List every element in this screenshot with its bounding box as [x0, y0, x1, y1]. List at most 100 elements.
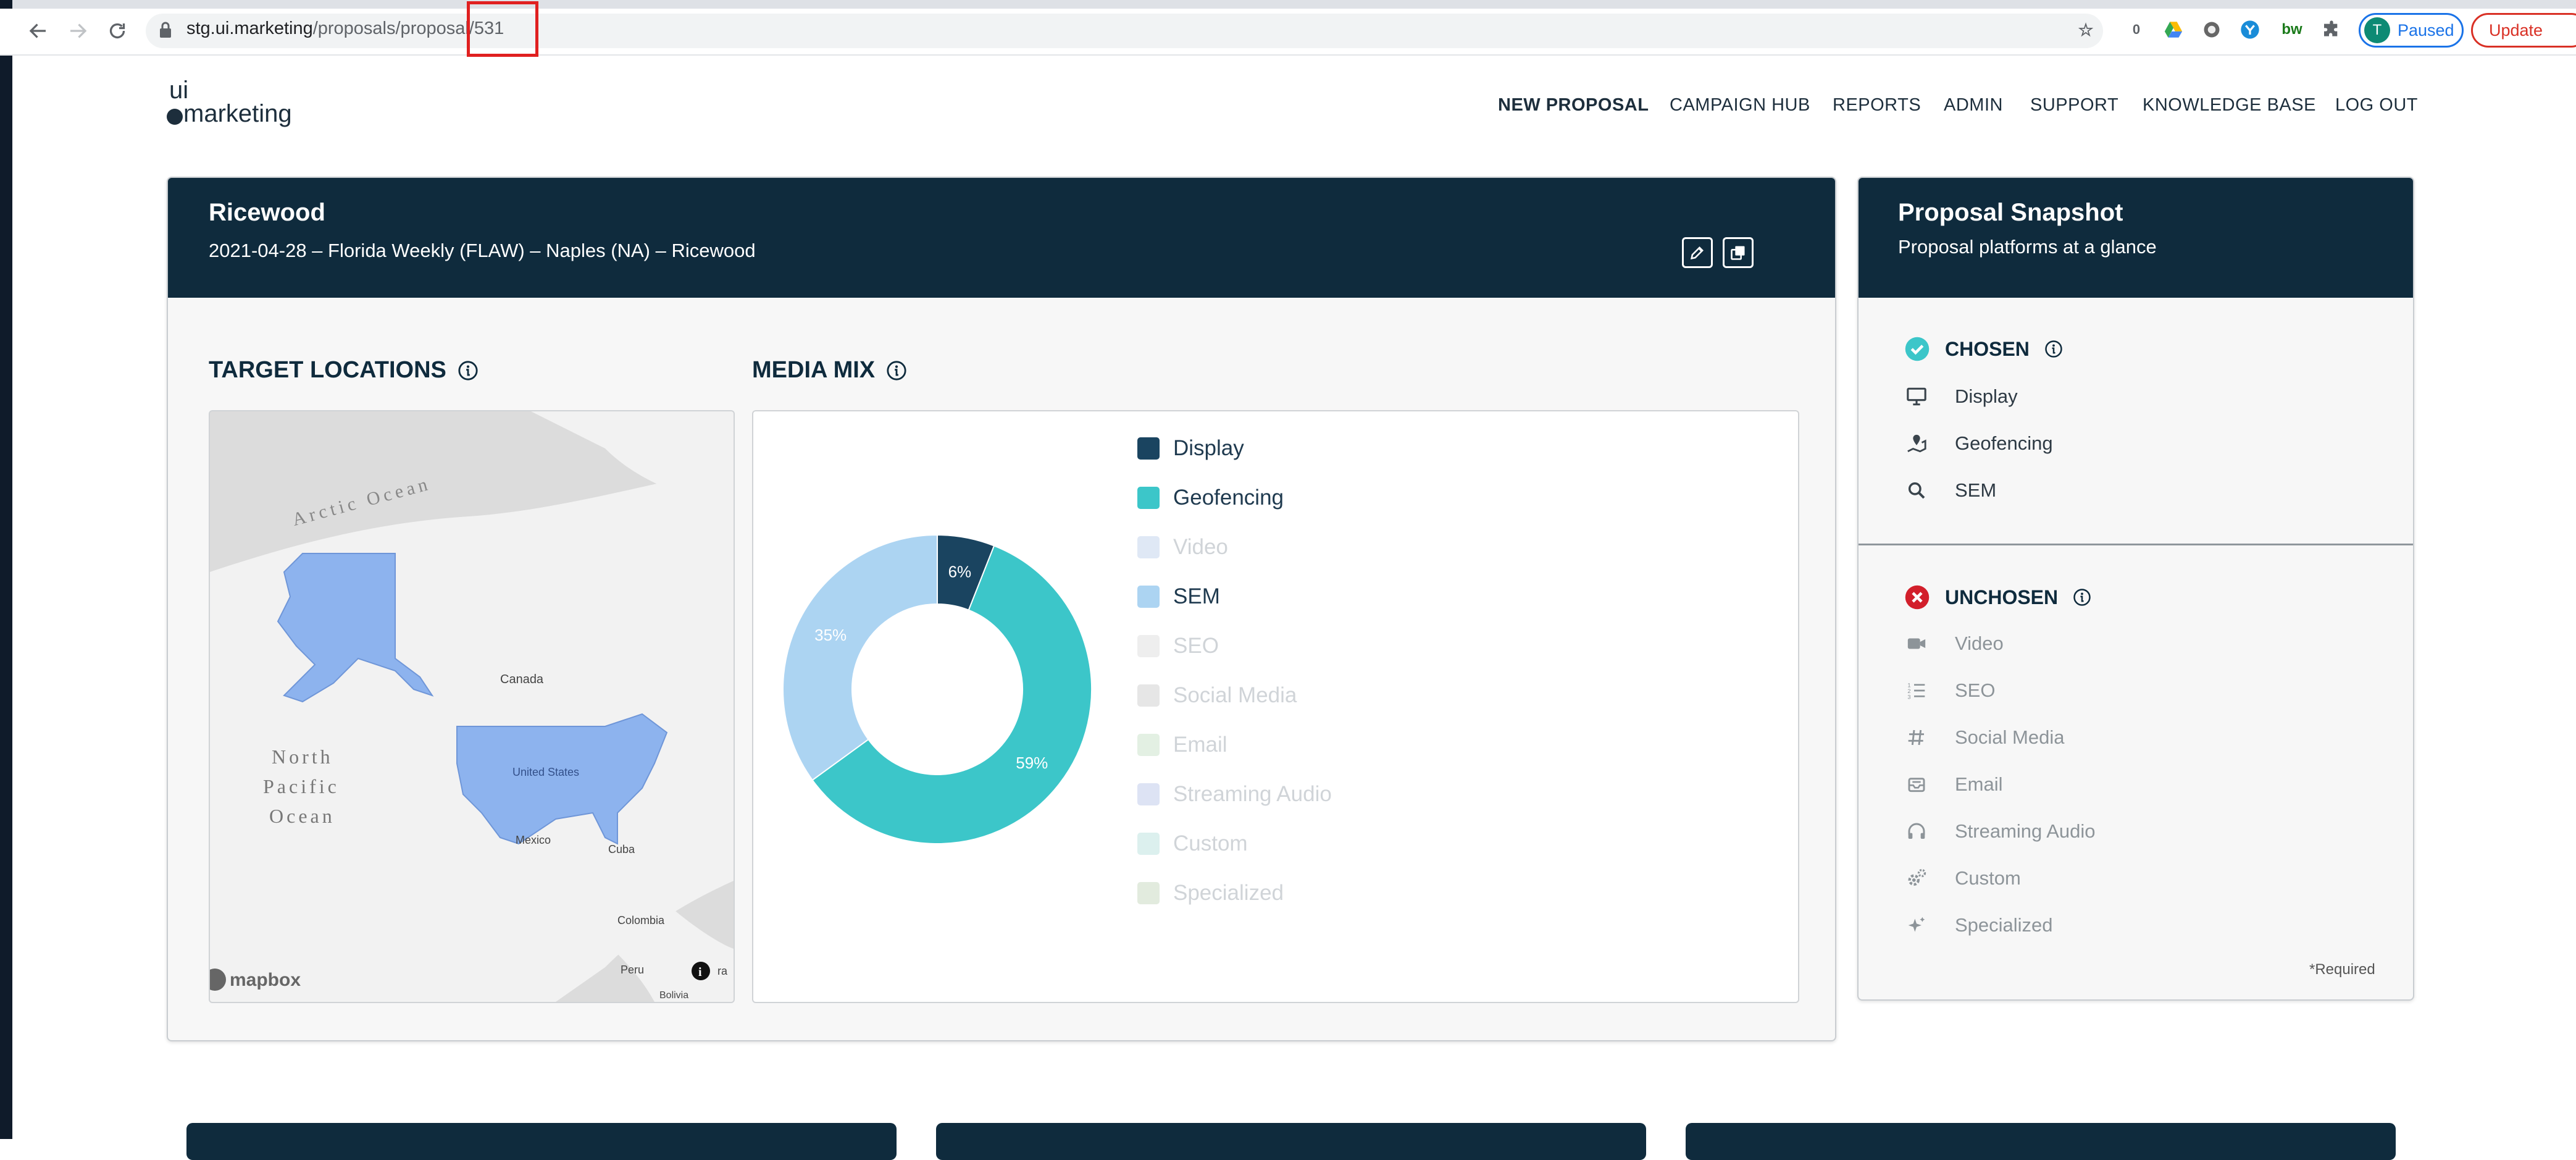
unchosen-item-label: Specialized: [1955, 914, 2053, 936]
legend-label: SEO: [1173, 634, 1219, 658]
legend-label: Display: [1173, 436, 1244, 460]
legend-item-social-media[interactable]: Social Media: [1137, 683, 1297, 708]
nav-admin[interactable]: ADMIN: [1944, 95, 2003, 116]
donut-label-sem: 35%: [814, 626, 847, 644]
legend-swatch: [1137, 536, 1160, 558]
legend-item-email[interactable]: Email: [1137, 733, 1227, 757]
pencil-icon: [1691, 246, 1704, 259]
bw-extension-icon[interactable]: bw: [2280, 17, 2304, 42]
info-icon[interactable]: [2073, 588, 2091, 607]
bottom-card-1: [186, 1123, 897, 1160]
circle-extension-icon[interactable]: [2199, 17, 2224, 42]
copy-icon: [1731, 246, 1745, 260]
map-canvas[interactable]: Arctic Ocean Canada United States Mexico…: [210, 411, 734, 1002]
y-extension-icon[interactable]: [2238, 17, 2262, 42]
mapbox-attribution[interactable]: mapbox: [230, 970, 301, 990]
drive-icon[interactable]: [2161, 17, 2186, 42]
nav-campaign-hub[interactable]: CAMPAIGN HUB: [1670, 95, 1810, 116]
unchosen-item-label: Custom: [1955, 867, 2021, 889]
search-icon: [1905, 479, 1928, 502]
forward-icon[interactable]: [64, 17, 91, 44]
map-label-colombia: Colombia: [617, 914, 665, 927]
legend-item-custom[interactable]: Custom: [1137, 831, 1248, 856]
logo-bottom-text[interactable]: marketing: [183, 100, 292, 128]
nav-support[interactable]: SUPPORT: [2030, 95, 2118, 116]
unchosen-item-label: Streaming Audio: [1955, 820, 2096, 842]
legend-item-streaming-audio[interactable]: Streaming Audio: [1137, 782, 1332, 807]
edit-button[interactable]: [1682, 237, 1713, 268]
lock-icon[interactable]: [158, 21, 173, 40]
reload-icon[interactable]: [104, 17, 131, 44]
profile-status: Paused: [2398, 20, 2454, 40]
url-text[interactable]: stg.ui.marketing/proposals/proposal/531: [186, 19, 504, 39]
legend-swatch: [1137, 684, 1160, 707]
map-label-ra: ra: [717, 965, 728, 977]
unchosen-item-label: Email: [1955, 773, 2003, 795]
nav-reports[interactable]: REPORTS: [1833, 95, 1921, 116]
legend-swatch: [1137, 487, 1160, 509]
chosen-heading-label: CHOSEN: [1945, 337, 2030, 360]
annotation-highlight-box: [467, 1, 538, 57]
extension-badge-icon[interactable]: 0: [2124, 17, 2149, 42]
legend-item-sem[interactable]: SEM: [1137, 584, 1220, 609]
unchosen-item-social-media: Social Media: [1905, 726, 2064, 749]
unchosen-item-label: Social Media: [1955, 726, 2065, 748]
star-icon[interactable]: ☆: [2073, 17, 2098, 42]
legend-item-display[interactable]: Display: [1137, 436, 1244, 461]
map-pin-icon: [1905, 432, 1928, 455]
legend-label: Social Media: [1173, 683, 1297, 707]
x-circle-icon: [1905, 585, 1930, 610]
legend-label: Email: [1173, 733, 1227, 757]
map-label-peru: Peru: [621, 964, 644, 976]
info-icon[interactable]: [2044, 340, 2063, 358]
proposal-card-header: Ricewood 2021-04-28 – Florida Weekly (FL…: [168, 178, 1835, 298]
desktop-edge: [0, 0, 12, 1139]
snapshot-title: Proposal Snapshot: [1898, 199, 2123, 226]
bottom-card-2: [936, 1123, 1646, 1160]
chosen-item-label: Display: [1955, 385, 2018, 407]
legend-swatch: [1137, 833, 1160, 855]
legend-item-seo[interactable]: SEO: [1137, 634, 1219, 658]
proposal-snapshot-card: Proposal Snapshot Proposal platforms at …: [1857, 177, 2414, 1001]
duplicate-button[interactable]: [1723, 237, 1754, 268]
map-label-pacific-3: Ocean: [269, 805, 335, 827]
legend-item-video[interactable]: Video: [1137, 535, 1228, 560]
bottom-card-3: [1686, 1123, 2396, 1160]
nav-new-proposal[interactable]: NEW PROPOSAL: [1498, 95, 1649, 116]
info-icon[interactable]: [886, 360, 907, 381]
snapshot-divider: [1859, 544, 2413, 545]
chosen-item-geofencing: Geofencing: [1905, 432, 2053, 455]
target-locations-map[interactable]: Arctic Ocean Canada United States Mexico…: [209, 410, 735, 1003]
logo-dot: [167, 109, 183, 125]
url-host: stg.ui.marketing: [186, 19, 313, 38]
chosen-item-label: Geofencing: [1955, 432, 2053, 454]
donut-slice-sem[interactable]: [782, 534, 938, 781]
map-label-us: United States: [512, 766, 579, 778]
legend-label: Video: [1173, 535, 1228, 559]
legend-label: Streaming Audio: [1173, 782, 1332, 806]
puzzle-icon[interactable]: [2319, 17, 2344, 42]
hashtag-icon: [1905, 726, 1928, 749]
legend-swatch: [1137, 437, 1160, 460]
update-button[interactable]: Update: [2471, 13, 2576, 48]
legend-item-specialized[interactable]: Specialized: [1137, 881, 1284, 906]
legend-label: Custom: [1173, 831, 1248, 855]
unchosen-item-email: Email: [1905, 773, 2003, 796]
map-label-cuba: Cuba: [608, 843, 635, 855]
svg-text:3: 3: [1907, 694, 1910, 700]
nav-knowledge-base[interactable]: KNOWLEDGE BASE: [2143, 95, 2316, 116]
proposal-title: Ricewood: [209, 199, 325, 226]
proposal-subtitle: 2021-04-28 – Florida Weekly (FLAW) – Nap…: [209, 240, 756, 261]
info-icon[interactable]: [458, 360, 479, 381]
legend-item-geofencing[interactable]: Geofencing: [1137, 485, 1284, 510]
donut-label-display: 6%: [948, 562, 972, 581]
back-icon[interactable]: [25, 17, 52, 44]
chosen-item-display: Display: [1905, 385, 2018, 408]
legend-label: Geofencing: [1173, 485, 1284, 510]
profile-button[interactable]: T Paused: [2359, 13, 2464, 48]
unchosen-item-video: Video: [1905, 633, 2004, 655]
media-mix-donut-chart[interactable]: 6% 59% 35%: [777, 529, 1098, 850]
nav-log-out[interactable]: LOG OUT: [2335, 95, 2418, 116]
unchosen-heading-label: UNCHOSEN: [1945, 586, 2059, 608]
target-locations-title: TARGET LOCATIONS: [209, 357, 446, 383]
